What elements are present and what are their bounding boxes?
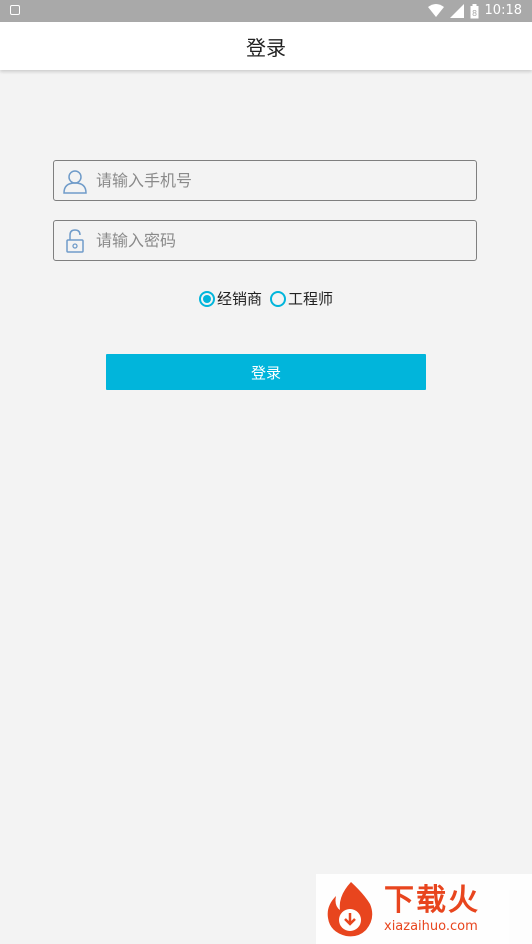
password-input[interactable]: [96, 231, 456, 250]
wifi-icon: [427, 4, 444, 17]
svg-text:8: 8: [471, 9, 476, 18]
role-label-engineer: 工程师: [288, 290, 334, 308]
status-time: 10:18: [484, 3, 522, 18]
app-notification-icon: [10, 5, 20, 15]
user-icon: [63, 169, 87, 194]
status-bar: 8 10:18: [0, 0, 532, 22]
role-option-engineer[interactable]: 工程师: [270, 288, 333, 309]
radio-selected-icon[interactable]: [198, 290, 215, 307]
page-title: 登录: [246, 35, 286, 60]
role-selector: 经销商 工程师: [0, 288, 532, 309]
password-field[interactable]: [53, 220, 477, 261]
flame-logo-icon: [327, 882, 373, 937]
signal-icon: [449, 4, 464, 18]
role-option-dealer[interactable]: 经销商: [198, 288, 262, 309]
watermark: 下载火 xiazaihuo.com: [316, 874, 532, 944]
phone-field[interactable]: [53, 160, 477, 201]
watermark-brand-cn: 下载火: [384, 883, 480, 918]
phone-input[interactable]: [96, 171, 456, 190]
watermark-brand-en: xiazaihuo.com: [384, 919, 478, 934]
login-button[interactable]: 登录: [106, 354, 426, 390]
lock-icon: [66, 228, 84, 253]
battery-icon: 8: [470, 3, 479, 18]
radio-unselected-icon[interactable]: [270, 290, 286, 307]
app-bar: 登录: [0, 22, 532, 70]
role-label-dealer: 经销商: [216, 290, 262, 308]
